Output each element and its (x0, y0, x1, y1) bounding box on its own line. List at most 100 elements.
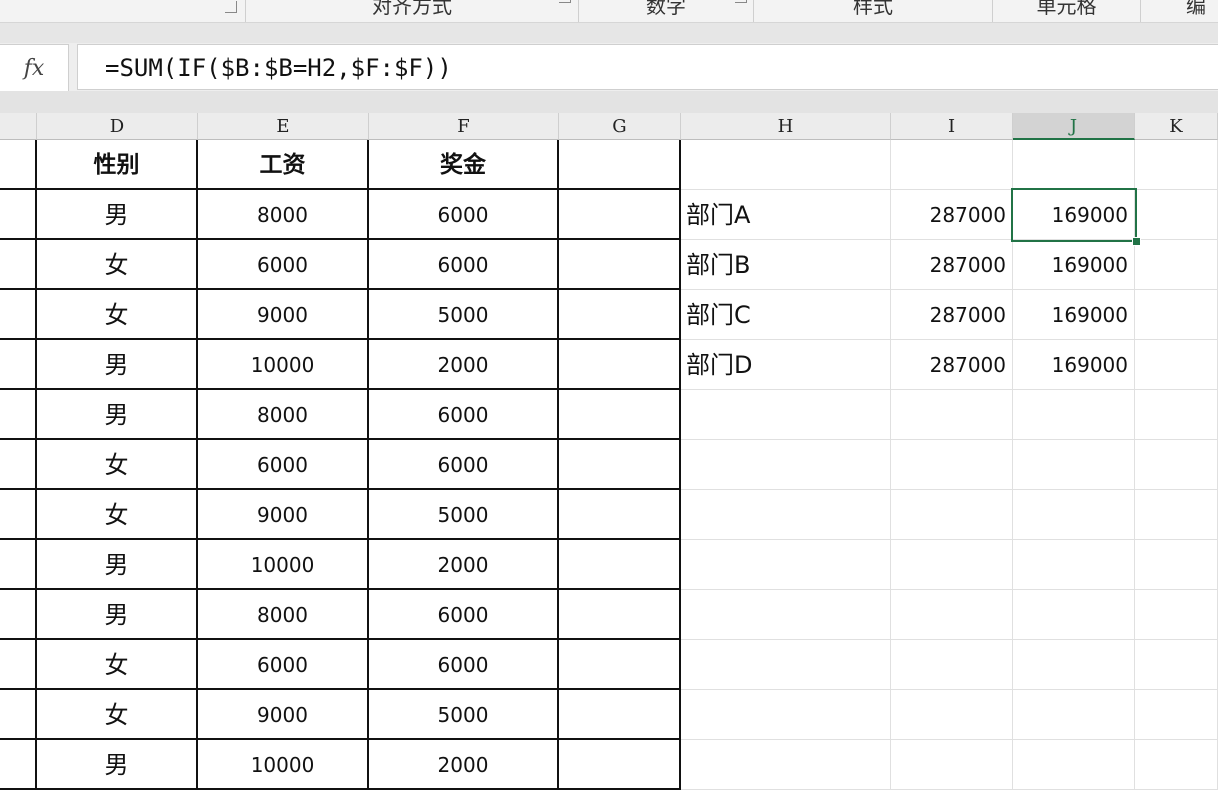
cell-C8[interactable] (0, 490, 37, 540)
cell-I12[interactable] (891, 690, 1013, 740)
column-header-C[interactable] (0, 113, 37, 140)
cell-E5[interactable]: 10000 (198, 340, 369, 390)
cell-J4[interactable]: 169000 (1013, 290, 1135, 340)
worksheet-grid[interactable]: 性别 工资 奖金男 8000 6000 部门A 287000 169000 女 6000 6000 部… (0, 140, 1218, 790)
cell-K2[interactable] (1135, 190, 1218, 240)
cell-I6[interactable] (891, 390, 1013, 440)
cell-G4[interactable] (559, 290, 681, 340)
column-header-G[interactable]: G (559, 113, 681, 140)
cell-G6[interactable] (559, 390, 681, 440)
cell-J1[interactable] (1013, 140, 1135, 190)
cell-C7[interactable] (0, 440, 37, 490)
cell-G5[interactable] (559, 340, 681, 390)
cell-E6[interactable]: 8000 (198, 390, 369, 440)
cell-H9[interactable] (681, 540, 891, 590)
cell-G1[interactable] (559, 140, 681, 190)
cell-D4[interactable]: 女 (37, 290, 198, 340)
cell-H4[interactable]: 部门C (681, 290, 891, 340)
cell-I10[interactable] (891, 590, 1013, 640)
cell-K9[interactable] (1135, 540, 1218, 590)
cell-C11[interactable] (0, 640, 37, 690)
dialog-launcher-icon[interactable] (225, 1, 237, 13)
cell-K6[interactable] (1135, 390, 1218, 440)
cell-K1[interactable] (1135, 140, 1218, 190)
cell-G9[interactable] (559, 540, 681, 590)
cell-D5[interactable]: 男 (37, 340, 198, 390)
cell-K10[interactable] (1135, 590, 1218, 640)
cell-J9[interactable] (1013, 540, 1135, 590)
cell-J8[interactable] (1013, 490, 1135, 540)
formula-input[interactable]: =SUM(IF($B:$B=H2,$F:$F)) (77, 44, 1218, 90)
cell-C3[interactable] (0, 240, 37, 290)
cell-C10[interactable] (0, 590, 37, 640)
cell-G3[interactable] (559, 240, 681, 290)
cell-I9[interactable] (891, 540, 1013, 590)
cell-F9[interactable]: 2000 (369, 540, 559, 590)
column-header-D[interactable]: D (37, 113, 198, 140)
dialog-launcher-icon[interactable] (559, 0, 571, 3)
cell-J3[interactable]: 169000 (1013, 240, 1135, 290)
cell-J11[interactable] (1013, 640, 1135, 690)
cell-I2[interactable]: 287000 (891, 190, 1013, 240)
cell-K4[interactable] (1135, 290, 1218, 340)
cell-F5[interactable]: 2000 (369, 340, 559, 390)
column-header-I[interactable]: I (891, 113, 1013, 140)
cell-C2[interactable] (0, 190, 37, 240)
column-header-H[interactable]: H (681, 113, 891, 140)
cell-C5[interactable] (0, 340, 37, 390)
cell-E8[interactable]: 9000 (198, 490, 369, 540)
cell-G11[interactable] (559, 640, 681, 690)
cell-E1[interactable]: 工资 (198, 140, 369, 190)
cell-I8[interactable] (891, 490, 1013, 540)
cell-D3[interactable]: 女 (37, 240, 198, 290)
cell-F11[interactable]: 6000 (369, 640, 559, 690)
cell-K3[interactable] (1135, 240, 1218, 290)
cell-J13[interactable] (1013, 740, 1135, 790)
cell-H5[interactable]: 部门D (681, 340, 891, 390)
column-header-J[interactable]: J (1013, 113, 1135, 140)
cell-C12[interactable] (0, 690, 37, 740)
cell-J5[interactable]: 169000 (1013, 340, 1135, 390)
cell-D2[interactable]: 男 (37, 190, 198, 240)
cell-D9[interactable]: 男 (37, 540, 198, 590)
cell-K7[interactable] (1135, 440, 1218, 490)
cell-D8[interactable]: 女 (37, 490, 198, 540)
column-header-E[interactable]: E (198, 113, 369, 140)
cell-I4[interactable]: 287000 (891, 290, 1013, 340)
cell-K12[interactable] (1135, 690, 1218, 740)
cell-J12[interactable] (1013, 690, 1135, 740)
column-header-F[interactable]: F (369, 113, 559, 140)
cell-H2[interactable]: 部门A (681, 190, 891, 240)
cell-J7[interactable] (1013, 440, 1135, 490)
cell-H12[interactable] (681, 690, 891, 740)
cell-C6[interactable] (0, 390, 37, 440)
dialog-launcher-icon[interactable] (735, 0, 747, 3)
cell-G7[interactable] (559, 440, 681, 490)
cell-G2[interactable] (559, 190, 681, 240)
cell-E12[interactable]: 9000 (198, 690, 369, 740)
cell-F4[interactable]: 5000 (369, 290, 559, 340)
cell-F2[interactable]: 6000 (369, 190, 559, 240)
cell-I3[interactable]: 287000 (891, 240, 1013, 290)
cell-H7[interactable] (681, 440, 891, 490)
cell-C9[interactable] (0, 540, 37, 590)
cell-K8[interactable] (1135, 490, 1218, 540)
cell-G13[interactable] (559, 740, 681, 790)
cell-H3[interactable]: 部门B (681, 240, 891, 290)
cell-K11[interactable] (1135, 640, 1218, 690)
cell-D1[interactable]: 性别 (37, 140, 198, 190)
cell-I7[interactable] (891, 440, 1013, 490)
cell-H10[interactable] (681, 590, 891, 640)
cell-E4[interactable]: 9000 (198, 290, 369, 340)
cell-H6[interactable] (681, 390, 891, 440)
cell-F3[interactable]: 6000 (369, 240, 559, 290)
cell-G12[interactable] (559, 690, 681, 740)
cell-J10[interactable] (1013, 590, 1135, 640)
fill-handle[interactable] (1132, 237, 1141, 246)
column-header-K[interactable]: K (1135, 113, 1218, 140)
cell-J2[interactable]: 169000 (1013, 190, 1135, 240)
cell-I11[interactable] (891, 640, 1013, 690)
cell-H13[interactable] (681, 740, 891, 790)
cell-F12[interactable]: 5000 (369, 690, 559, 740)
cell-J6[interactable] (1013, 390, 1135, 440)
